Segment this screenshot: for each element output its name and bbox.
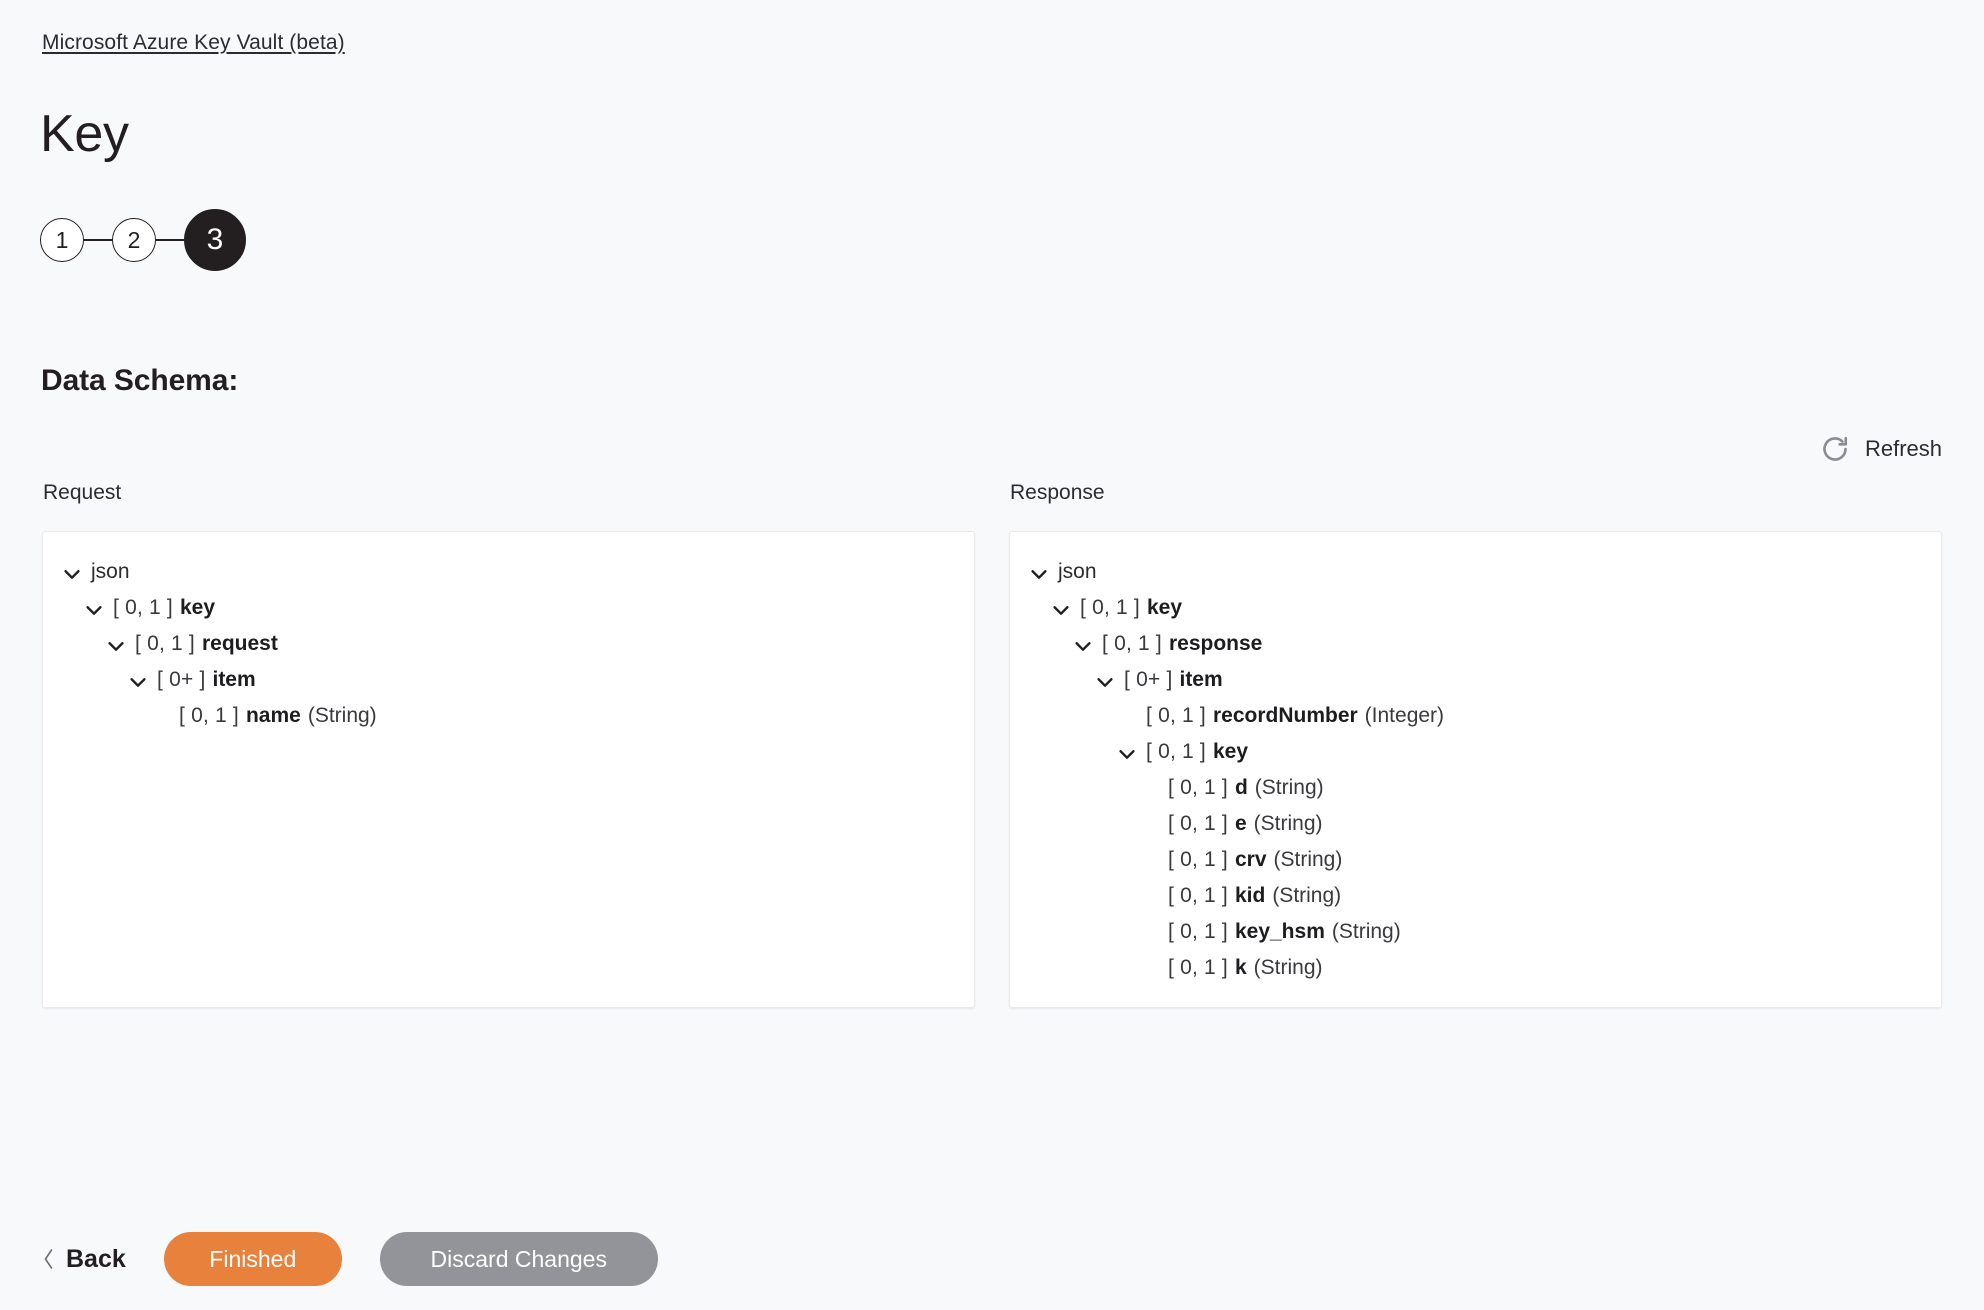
- node-name: response: [1168, 632, 1263, 655]
- request-schema-tree[interactable]: json [ 0, 1 ] key [ 0, 1 ] request [ 0+ ] item…: [42, 531, 975, 1008]
- page-title: Key: [40, 105, 129, 163]
- tree-node-e: [ 0, 1 ] e (String): [1028, 806, 1923, 842]
- tree-node-d: [ 0, 1 ] d (String): [1028, 770, 1923, 806]
- tree-node-item[interactable]: [ 0+ ] item: [61, 662, 956, 698]
- tree-node-key[interactable]: [ 0, 1 ] key: [61, 590, 956, 626]
- chevron-down-icon[interactable]: [1094, 669, 1116, 691]
- node-name: recordNumber: [1212, 704, 1358, 727]
- node-cardinality: [ 0, 1 ]: [1168, 848, 1228, 871]
- node-cardinality: [ 0, 1 ]: [1168, 920, 1228, 943]
- node-cardinality: [ 0, 1 ]: [1146, 740, 1206, 763]
- chevron-down-icon[interactable]: [83, 597, 105, 619]
- node-type: (String): [1272, 884, 1342, 907]
- schema-columns: Request json[ 0, 1 ] key[ 0, 1 ] request[ …: [42, 480, 1942, 1008]
- chevron-down-icon[interactable]: [127, 669, 149, 691]
- node-cardinality: [ 0, 1 ]: [135, 632, 195, 655]
- node-name: item: [1179, 668, 1223, 691]
- node-name: key: [179, 596, 216, 619]
- discard-changes-button[interactable]: Discard Changes: [379, 1232, 658, 1286]
- refresh-icon: [1820, 434, 1850, 464]
- tree-node-k: [ 0, 1 ] k (String): [1028, 950, 1923, 986]
- node-cardinality: [ 0, 1 ]: [179, 704, 239, 727]
- node-type: (String): [307, 704, 377, 727]
- chevron-left-icon: [42, 1248, 55, 1270]
- node-name: item: [212, 668, 256, 691]
- chevron-down-icon[interactable]: [61, 561, 83, 583]
- response-column: Response json [ 0, 1 ] key [ 0, 1 ] response…: [1009, 480, 1942, 1008]
- node-cardinality: [ 0, 1 ]: [1102, 632, 1162, 655]
- finished-button[interactable]: Finished: [163, 1232, 342, 1286]
- wizard-stepper: 123: [40, 208, 246, 272]
- node-name: crv: [1234, 848, 1267, 871]
- back-button[interactable]: Back: [42, 1244, 126, 1274]
- tree-node-kid: [ 0, 1 ] kid (String): [1028, 878, 1923, 914]
- node-type: (String): [1254, 776, 1324, 799]
- tree-node-name: [ 0, 1 ] name (String): [61, 698, 956, 734]
- node-name: k: [1234, 956, 1247, 979]
- tree-node-request[interactable]: [ 0, 1 ] request: [61, 626, 956, 662]
- node-type: (String): [1331, 920, 1401, 943]
- node-cardinality: [ 0, 1 ]: [1080, 596, 1140, 619]
- node-type: (String): [1253, 812, 1323, 835]
- chevron-down-icon[interactable]: [1116, 741, 1138, 763]
- node-cardinality: [ 0, 1 ]: [113, 596, 173, 619]
- node-name: json: [91, 560, 130, 583]
- chevron-down-icon[interactable]: [1072, 633, 1094, 655]
- page-root: Microsoft Azure Key Vault (beta) Key 123…: [0, 0, 1984, 1310]
- response-schema-tree[interactable]: json [ 0, 1 ] key [ 0, 1 ] response [ 0+ ] ite…: [1009, 531, 1942, 1008]
- node-cardinality: [ 0, 1 ]: [1168, 812, 1228, 835]
- refresh-label: Refresh: [1864, 436, 1942, 461]
- back-label: Back: [66, 1245, 126, 1273]
- breadcrumb-connector-link[interactable]: Microsoft Azure Key Vault (beta): [42, 30, 345, 56]
- node-cardinality: [ 0+ ]: [157, 668, 206, 691]
- node-name: kid: [1234, 884, 1266, 907]
- node-name: key: [1146, 596, 1183, 619]
- node-name: key: [1212, 740, 1249, 763]
- footer-actions: Back Finished Discard Changes: [42, 1232, 658, 1286]
- node-name: d: [1234, 776, 1248, 799]
- stepper-connector: [84, 239, 112, 241]
- stepper-step-2[interactable]: 2: [112, 218, 156, 262]
- node-cardinality: [ 0, 1 ]: [1168, 884, 1228, 907]
- request-column-label: Request: [43, 481, 122, 504]
- node-name: json: [1058, 560, 1097, 583]
- tree-node-key[interactable]: [ 0, 1 ] key: [1028, 734, 1923, 770]
- chevron-down-icon[interactable]: [1050, 597, 1072, 619]
- tree-node-recordNumber: [ 0, 1 ] recordNumber (Integer): [1028, 698, 1923, 734]
- node-cardinality: [ 0, 1 ]: [1168, 956, 1228, 979]
- tree-node-key[interactable]: [ 0, 1 ] key: [1028, 590, 1923, 626]
- tree-node-item[interactable]: [ 0+ ] item: [1028, 662, 1923, 698]
- node-name: name: [245, 704, 301, 727]
- chevron-down-icon[interactable]: [105, 633, 127, 655]
- tree-node-response[interactable]: [ 0, 1 ] response: [1028, 626, 1923, 662]
- response-column-label: Response: [1010, 481, 1105, 504]
- stepper-step-3[interactable]: 3: [184, 209, 246, 271]
- section-heading-data-schema: Data Schema:: [41, 364, 239, 397]
- node-name: e: [1234, 812, 1247, 835]
- tree-node-key_hsm: [ 0, 1 ] key_hsm (String): [1028, 914, 1923, 950]
- node-type: (String): [1253, 956, 1323, 979]
- node-cardinality: [ 0, 1 ]: [1146, 704, 1206, 727]
- node-name: key_hsm: [1234, 920, 1325, 943]
- node-cardinality: [ 0+ ]: [1124, 668, 1173, 691]
- stepper-connector: [156, 239, 184, 241]
- node-name: request: [201, 632, 278, 655]
- tree-node-crv: [ 0, 1 ] crv (String): [1028, 842, 1923, 878]
- request-column: Request json[ 0, 1 ] key[ 0, 1 ] request[ …: [42, 480, 975, 1008]
- tree-node-json[interactable]: json: [61, 554, 956, 590]
- chevron-down-icon[interactable]: [1028, 561, 1050, 583]
- node-cardinality: [ 0, 1 ]: [1168, 776, 1228, 799]
- stepper-step-1[interactable]: 1: [40, 218, 84, 262]
- tree-node-json[interactable]: json: [1028, 554, 1923, 590]
- refresh-button[interactable]: Refresh: [1820, 434, 1942, 464]
- node-type: (String): [1273, 848, 1343, 871]
- node-type: (Integer): [1364, 704, 1445, 727]
